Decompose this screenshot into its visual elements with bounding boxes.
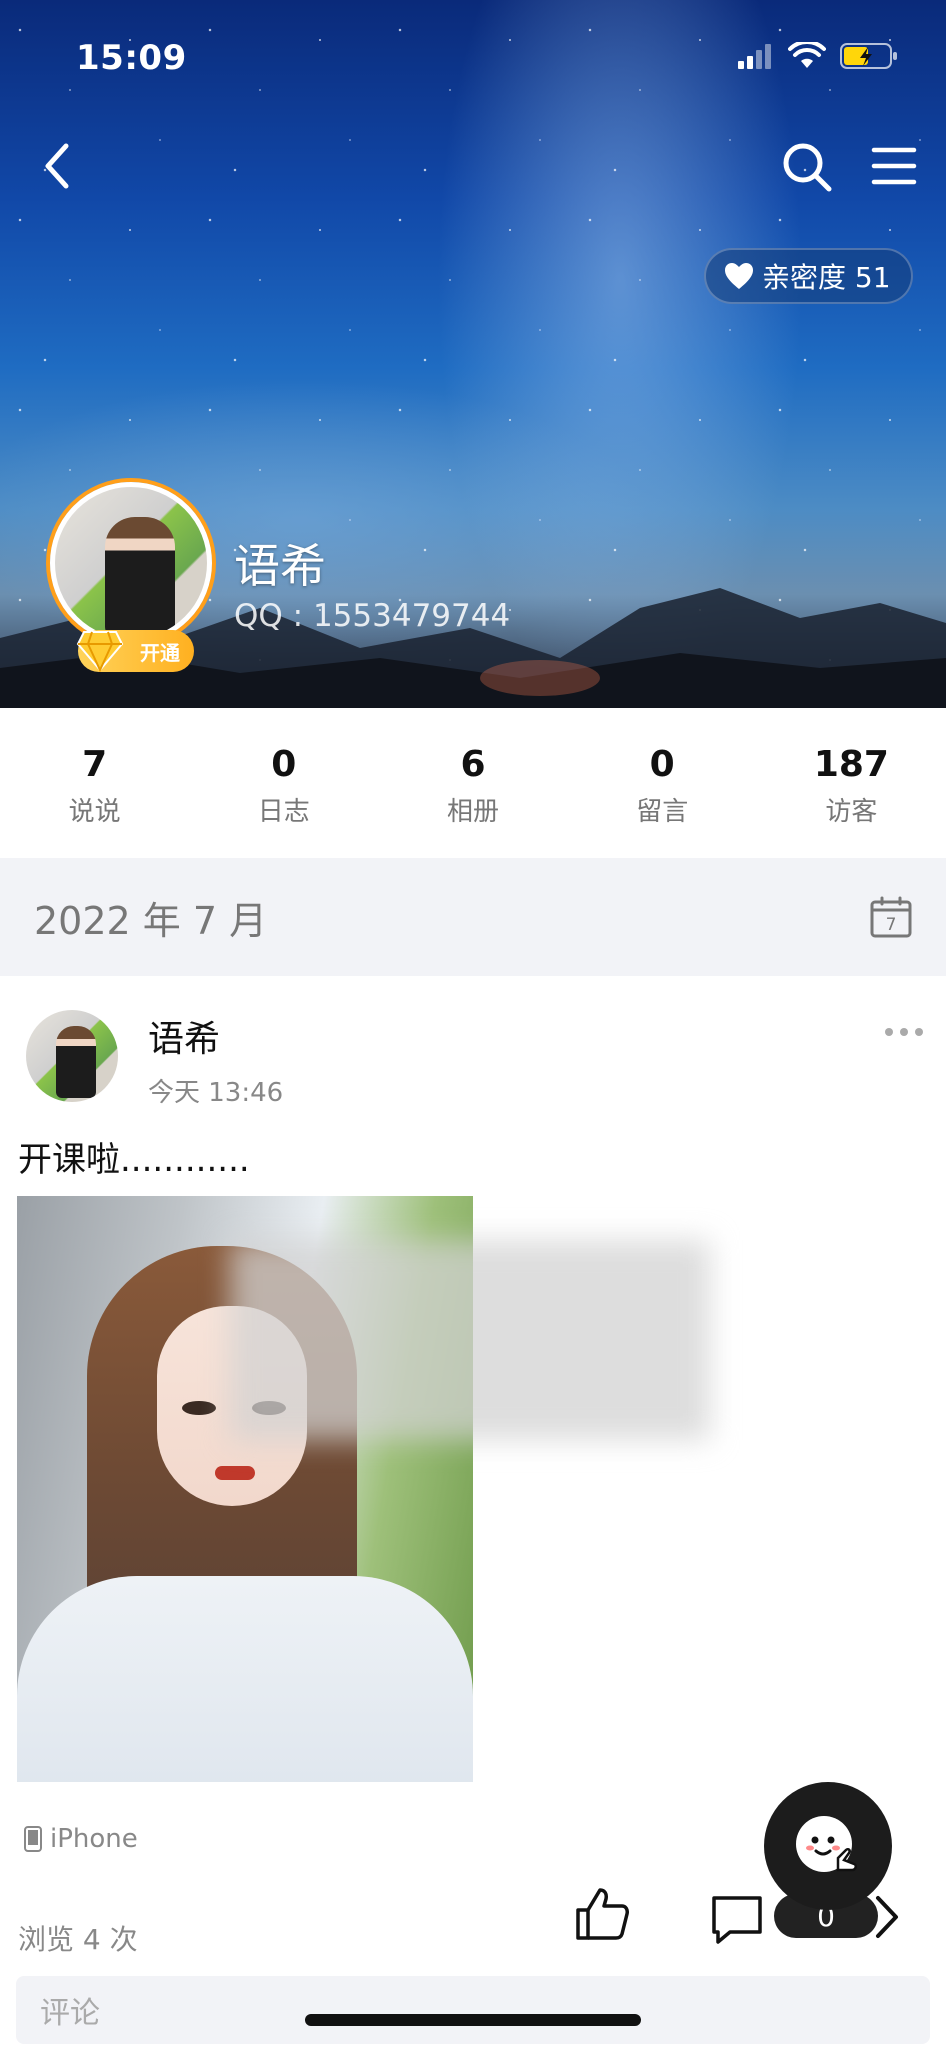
post-time: 今天 13:46 [148,1078,284,1108]
month-title: 2022 年 7 月 [34,898,268,943]
qzone-profile-page: 15:09 亲密度 51 开通 语希 QQ: 1553479744 7 说说 … [0,0,946,2047]
battery-icon [840,43,897,69]
blurred-region [230,1240,710,1440]
stat-value: 187 [813,744,889,785]
like-icon[interactable] [574,1886,630,1942]
stat-value: 0 [649,744,675,785]
comment-input[interactable]: 评论 [16,1976,930,2044]
post-author-name[interactable]: 语希 [148,1010,220,1062]
menu-icon[interactable] [870,144,918,188]
heart-icon [725,263,753,289]
stats-row: 7 说说 0 日志 6 相册 0 留言 187 访客 [0,708,946,858]
device-label: iPhone [50,1824,138,1854]
floating-mascot-button[interactable] [764,1782,892,1910]
stat-album[interactable]: 6 相册 [378,708,567,858]
intimacy-badge[interactable]: 亲密度 51 [704,248,913,304]
avatar-figure [56,1026,96,1098]
stat-label: 访客 [825,797,878,827]
status-icons [738,42,898,70]
avatar-figure [105,517,175,637]
post-text: 开课啦............ [18,1140,250,1180]
calendar-icon[interactable]: 7 [870,896,912,938]
stat-value: 6 [460,744,486,785]
search-icon[interactable] [780,140,834,194]
back-icon[interactable] [36,140,80,192]
profile-name: 语希 [234,539,326,593]
comment-placeholder: 评论 [40,1996,100,2031]
stat-label: 相册 [447,797,500,827]
stat-value: 7 [82,744,108,785]
comment-icon[interactable] [710,1894,764,1944]
stat-messages[interactable]: 0 留言 [568,708,757,858]
month-bar: 2022 年 7 月 7 [0,858,946,976]
stat-visitors[interactable]: 187 访客 [757,708,946,858]
profile-header: 15:09 亲密度 51 开通 语希 QQ: 1553479744 [0,0,946,708]
signal-icon [738,44,771,69]
stat-shuoshuo[interactable]: 7 说说 [0,708,189,858]
post-views: 浏览 4 次 [18,1923,138,1956]
diamond-icon [76,631,124,672]
more-icon[interactable] [884,1026,924,1038]
chevron-right-icon[interactable] [872,1894,902,1940]
profile-avatar[interactable] [50,482,212,644]
photo-shirt [17,1576,473,1782]
vip-label: 开通 [140,640,180,665]
post-author-avatar[interactable] [26,1010,118,1102]
post-device: iPhone [24,1824,138,1854]
home-indicator [305,2014,641,2026]
phone-icon [24,1826,42,1852]
stat-value: 0 [271,744,297,785]
photo-lips [215,1466,255,1480]
stat-label: 说说 [68,797,121,827]
stat-blog[interactable]: 0 日志 [189,708,378,858]
mascot-icon [796,1816,857,1872]
photo-eye-left [182,1401,216,1415]
wifi-icon [788,42,826,68]
stat-label: 日志 [257,797,310,827]
stat-label: 留言 [636,797,689,827]
intimacy-label: 亲密度 51 [762,261,891,294]
calendar-day: 7 [886,915,897,935]
status-time: 15:09 [76,38,187,78]
profile-qq-number: QQ : 1553479744 [234,598,511,634]
